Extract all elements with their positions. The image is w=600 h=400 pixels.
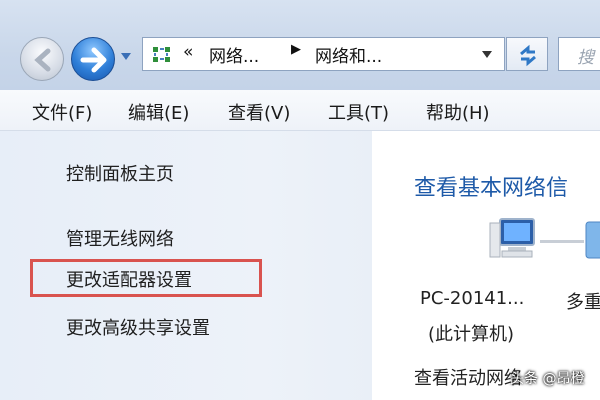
multiple-networks-label: 多重 [566,292,600,313]
network-endpoint-icon [585,221,600,259]
breadcrumb-network[interactable]: 网络... [209,42,259,67]
menu-edit[interactable]: 编辑(E) [128,99,189,125]
highlight-box [30,259,262,297]
history-dropdown-icon[interactable] [120,52,132,62]
back-arrow-icon [34,48,51,72]
forward-arrow-icon [80,47,107,73]
address-dropdown-icon[interactable] [481,50,493,60]
search-placeholder: 搜 [577,48,594,68]
menu-help[interactable]: 帮助(H) [426,99,490,125]
connection-line [540,240,584,243]
refresh-button[interactable] [506,37,548,71]
link-control-panel-home[interactable]: 控制面板主页 [66,160,174,186]
refresh-icon [520,44,536,67]
breadcrumb-overflow[interactable]: « [183,42,193,62]
forward-button[interactable] [71,37,115,81]
network-icon [153,47,170,62]
computer-name: PC-20141... [420,288,525,309]
menu-tools[interactable]: 工具(T) [328,99,389,125]
back-button[interactable] [20,37,64,81]
computer-subtitle: (此计算机) [428,324,515,345]
navigation-bar: « 网络... ▶ 网络和... 搜 [0,0,600,90]
active-networks-heading: 查看活动网络 [414,368,522,389]
breadcrumb-network-sharing[interactable]: 网络和... [315,42,382,67]
menu-file[interactable]: 文件(F) [32,99,92,125]
search-input[interactable]: 搜 [558,37,600,71]
link-manage-wireless[interactable]: 管理无线网络 [66,225,174,251]
menu-view[interactable]: 查看(V) [228,99,290,125]
watermark: 头条 @昂橙 [510,371,585,387]
computer-icon[interactable] [486,213,542,269]
address-bar[interactable]: « 网络... ▶ 网络和... [142,37,505,71]
page-title: 查看基本网络信 [414,176,569,201]
menu-bar: 文件(F) 编辑(E) 查看(V) 工具(T) 帮助(H) [0,90,600,131]
explorer-window: « 网络... ▶ 网络和... 搜 文件(F) 编辑(E) 查看(V) 工具(… [0,0,600,400]
link-advanced-sharing[interactable]: 更改高级共享设置 [66,314,210,340]
breadcrumb-separator-icon[interactable]: ▶ [291,42,301,57]
